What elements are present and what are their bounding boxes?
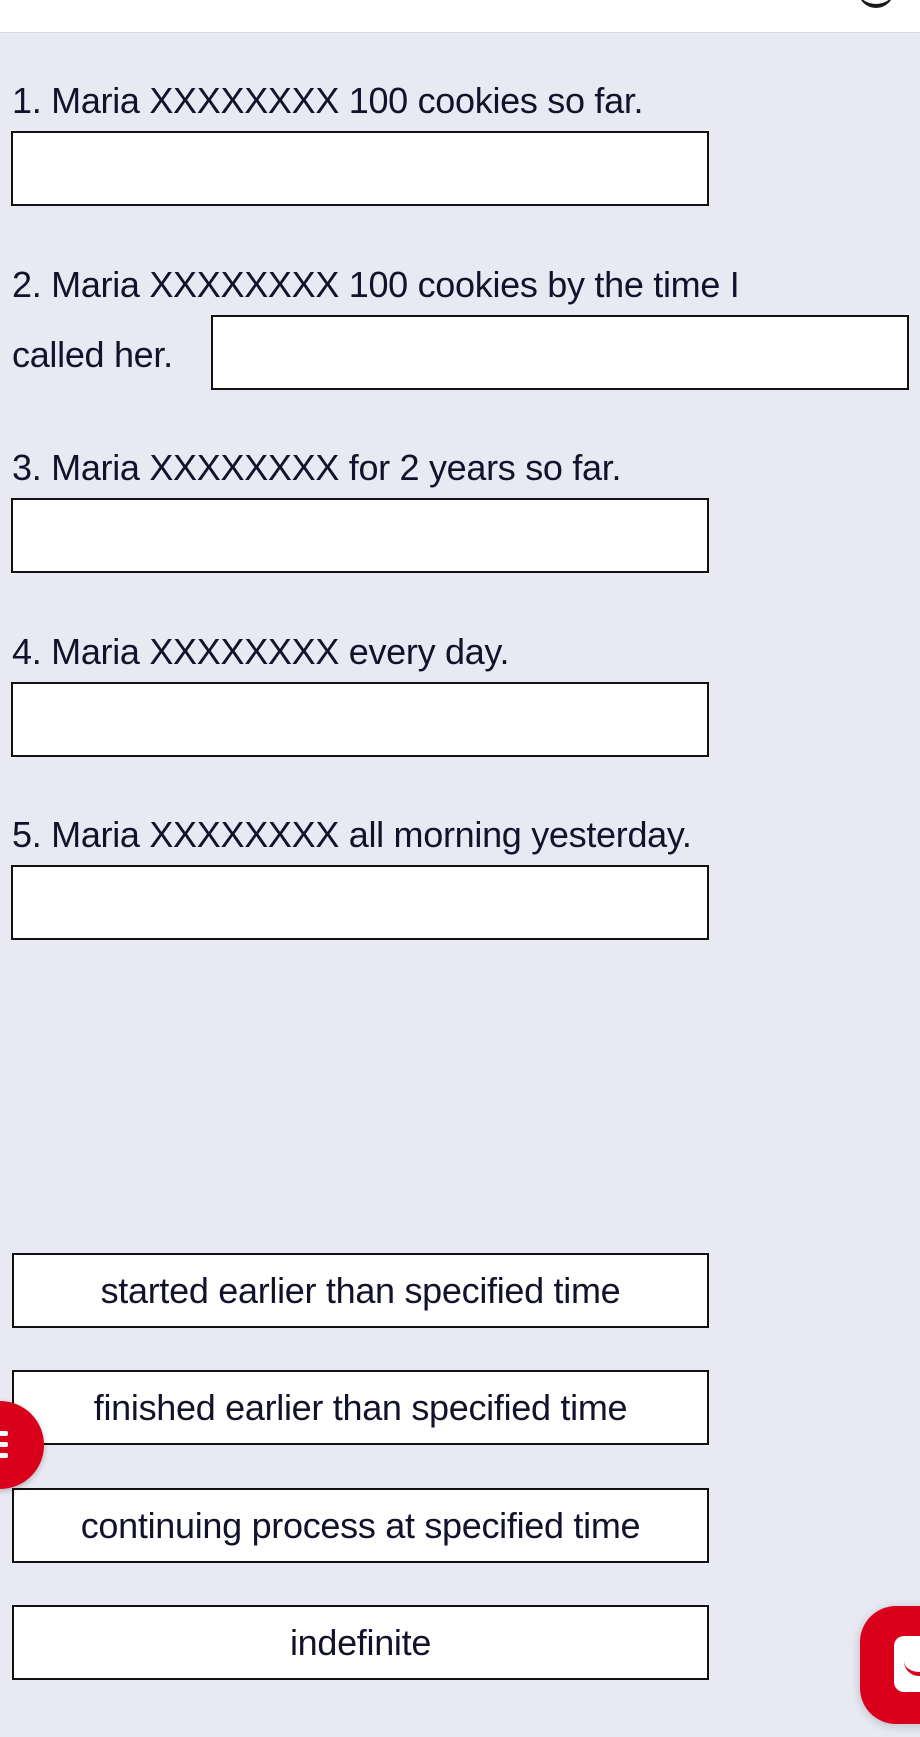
top-header-bar [0, 0, 920, 33]
answer-option-label: indefinite [289, 1621, 432, 1663]
answer-option-card[interactable]: indefinite [12, 1605, 709, 1680]
answer-option-card[interactable]: continuing process at specified time [12, 1488, 709, 1563]
question-5-text: 5. Maria XXXXXXXX all morning yesterday. [12, 814, 692, 855]
answer-option-card[interactable]: finished earlier than specified time [12, 1370, 709, 1445]
question-3-drop-zone[interactable] [11, 498, 709, 573]
question-4-drop-zone[interactable] [11, 682, 709, 757]
answer-option-label: continuing process at specified time [80, 1504, 641, 1546]
menu-icon [0, 1431, 8, 1464]
answer-option-card[interactable]: started earlier than specified time [12, 1253, 709, 1328]
question-4-text: 4. Maria XXXXXXXX every day. [12, 631, 510, 672]
question-2-drop-zone[interactable] [211, 315, 909, 390]
question-1-drop-zone[interactable] [11, 131, 709, 206]
chat-widget-button[interactable] [860, 1606, 920, 1724]
question-3-text: 3. Maria XXXXXXXX for 2 years so far. [12, 447, 622, 488]
question-5-drop-zone[interactable] [11, 865, 709, 940]
question-1-text: 1. Maria XXXXXXXX 100 cookies so far. [12, 80, 644, 121]
question-2-text-line1: 2. Maria XXXXXXXX 100 cookies by the tim… [12, 264, 740, 305]
answer-option-label: started earlier than specified time [100, 1269, 621, 1311]
partial-round-icon[interactable] [858, 0, 894, 8]
question-2-text-line2: called her. [12, 334, 173, 375]
answer-option-label: finished earlier than specified time [93, 1386, 628, 1428]
